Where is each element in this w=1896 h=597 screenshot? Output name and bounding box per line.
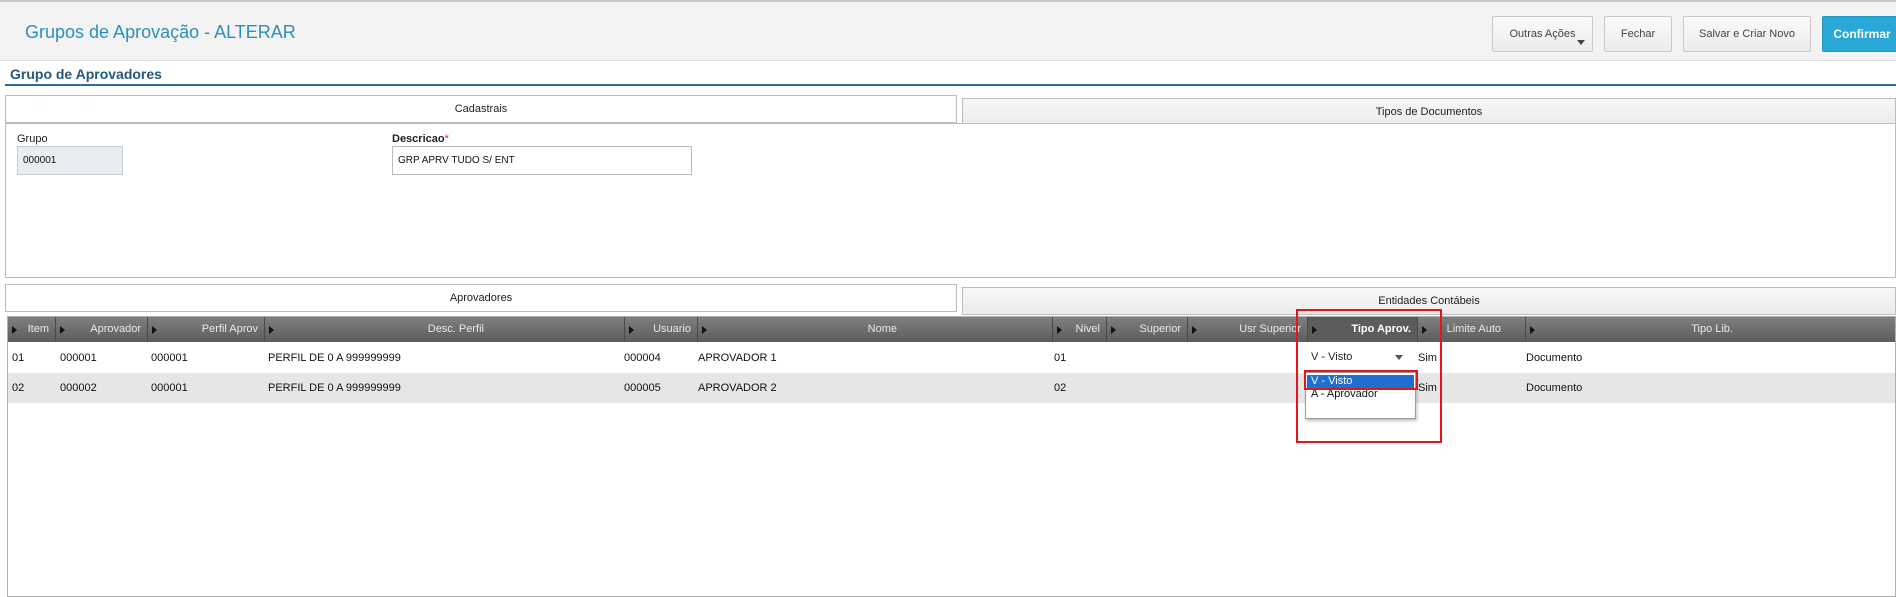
tab-tipos-documentos[interactable]: Tipos de Documentos [962,98,1896,126]
col-arrow-icon [1530,326,1535,334]
tab-aprovadores[interactable]: Aprovadores [5,284,957,312]
descricao-field[interactable]: GRP APRV TUDO S/ ENT [392,146,692,175]
col-perfil-aprov[interactable]: Perfil Aprov [148,317,265,342]
tab-cadastrais[interactable]: Cadastrais [5,95,957,123]
table-row[interactable]: 01 000001 000001 PERFIL DE 0 A 999999999… [8,343,1895,373]
col-arrow-icon [12,326,17,334]
col-aprovador[interactable]: Aprovador [56,317,148,342]
cadastrais-panel [5,123,1896,278]
col-desc-perfil[interactable]: Desc. Perfil [265,317,625,342]
cell-desc-perfil: PERFIL DE 0 A 999999999 [268,352,401,364]
col-superior[interactable]: Superior [1107,317,1188,342]
col-item[interactable]: Item [8,317,56,342]
grupo-label: Grupo [17,133,48,145]
cell-nivel: 01 [1054,352,1067,364]
col-arrow-icon [269,326,274,334]
cell-tipo-lib: Documento [1526,352,1583,364]
caret-down-icon [1577,40,1585,45]
aprovadores-grid: Item Aprovador Perfil Aprov Desc. Perfil… [7,316,1896,597]
top-bar: Grupos de Aprovação - ALTERAR Outras Açõ… [0,0,1896,61]
cell-aprovador: 000001 [60,352,97,364]
cell-item: 01 [12,352,25,364]
col-arrow-icon [629,326,634,334]
grid-header: Item Aprovador Perfil Aprov Desc. Perfil… [8,317,1895,342]
table-row[interactable]: 02 000002 000001 PERFIL DE 0 A 999999999… [8,373,1895,403]
page-title: Grupos de Aprovação - ALTERAR [25,22,296,42]
grupo-field[interactable]: 000001 [17,146,123,175]
col-arrow-icon [1057,326,1062,334]
col-arrow-icon [702,326,707,334]
col-nivel[interactable]: Nivel [1053,317,1107,342]
descricao-label: Descricao* [392,133,449,145]
descricao-label-text: Descricao [392,133,445,145]
col-tipo-lib[interactable]: Tipo Lib. [1526,317,1895,342]
close-button[interactable]: Fechar [1604,16,1672,52]
cell-nivel: 02 [1054,382,1067,394]
cell-usuario: 000005 [624,382,661,394]
col-usr-superior[interactable]: Usr Superior [1188,317,1308,342]
cell-desc-perfil: PERFIL DE 0 A 999999999 [268,382,401,394]
section-divider [5,84,1896,86]
other-actions-button[interactable]: Outras Ações [1492,16,1593,52]
cell-perfil: 000001 [151,382,188,394]
cell-aprovador: 000002 [60,382,97,394]
cell-item: 02 [12,382,25,394]
col-arrow-icon [152,326,157,334]
col-usuario[interactable]: Usuario [625,317,698,342]
col-nome[interactable]: Nome [698,317,1053,342]
col-arrow-icon [1111,326,1116,334]
col-arrow-icon [60,326,65,334]
cell-perfil: 000001 [151,352,188,364]
cell-nome: APROVADOR 2 [698,382,777,394]
highlight-box-option [1304,370,1418,390]
cell-usuario: 000004 [624,352,661,364]
cell-nome: APROVADOR 1 [698,352,777,364]
col-arrow-icon [1192,326,1197,334]
confirm-button[interactable]: Confirmar [1822,16,1896,52]
required-marker: * [444,133,449,145]
save-and-new-button[interactable]: Salvar e Criar Novo [1683,16,1811,52]
other-actions-label: Outras Ações [1509,28,1576,40]
section-title: Grupo de Aprovadores [10,66,162,82]
cell-tipo-lib: Documento [1526,382,1583,394]
